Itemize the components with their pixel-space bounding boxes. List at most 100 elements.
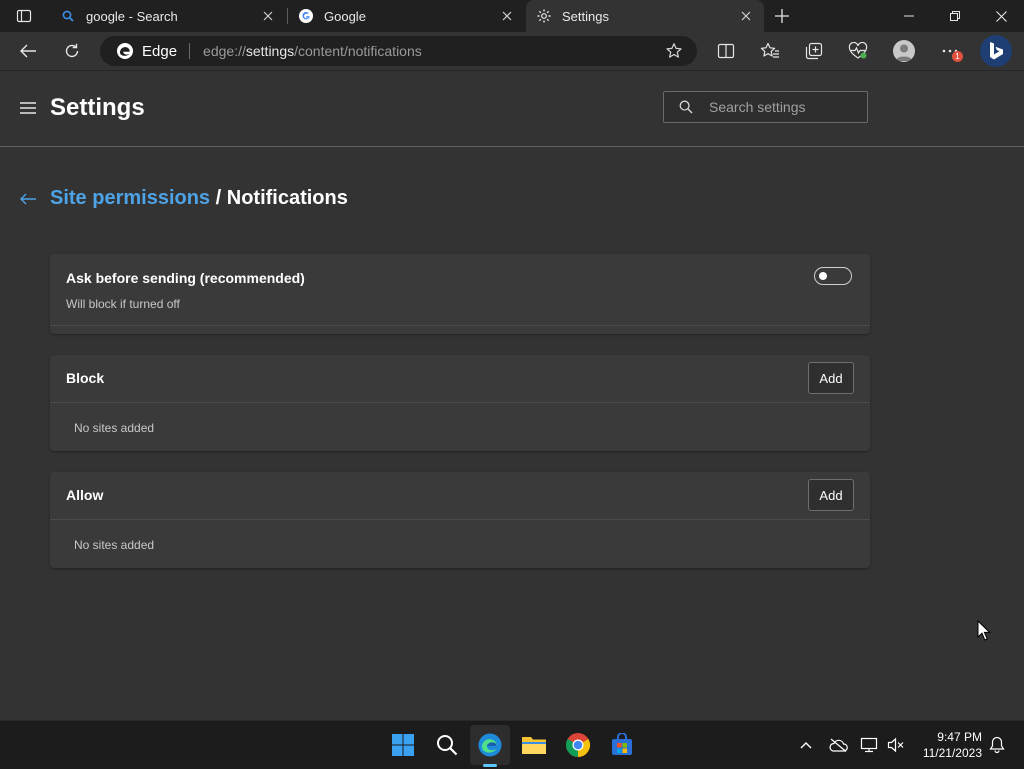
tab-actions-icon xyxy=(16,9,32,23)
taskbar-edge-button[interactable] xyxy=(470,725,510,765)
collections-icon xyxy=(805,42,823,60)
breadcrumb-separator: / xyxy=(215,187,222,209)
close-window-button[interactable] xyxy=(978,0,1024,32)
divider xyxy=(50,519,870,520)
url-text[interactable]: edge://settings/content/notifications xyxy=(203,43,422,59)
toggle-knob xyxy=(819,272,827,280)
taskbar-file-explorer-button[interactable] xyxy=(514,725,554,765)
restore-button[interactable] xyxy=(932,0,978,32)
allow-title: Allow xyxy=(66,487,104,503)
allow-empty-text: No sites added xyxy=(74,538,155,552)
start-button[interactable] xyxy=(383,725,423,765)
block-add-button[interactable]: Add xyxy=(808,362,854,394)
favorites-button[interactable] xyxy=(755,36,785,66)
close-tab-icon[interactable] xyxy=(260,8,276,24)
block-section: Block Add No sites added xyxy=(50,355,870,451)
menu-button[interactable] xyxy=(18,98,38,118)
network-tray-button[interactable] xyxy=(858,733,882,757)
show-hidden-icons-button[interactable] xyxy=(794,733,818,757)
cloud-offline-icon xyxy=(829,738,848,752)
clock-date: 11/21/2023 xyxy=(922,746,982,760)
divider xyxy=(50,325,870,326)
bing-chat-button[interactable] xyxy=(980,35,1012,67)
mouse-cursor-icon xyxy=(977,620,991,641)
address-bar[interactable]: Edge edge://settings/content/notificatio… xyxy=(100,36,697,66)
split-screen-icon xyxy=(717,43,735,59)
divider xyxy=(50,402,870,403)
gear-icon xyxy=(536,8,552,24)
page-title: Settings xyxy=(50,94,145,121)
breadcrumb-link-site-permissions[interactable]: Site permissions xyxy=(50,187,210,209)
search-favicon-icon xyxy=(60,8,76,24)
settings-search[interactable] xyxy=(663,91,868,123)
star-icon xyxy=(666,43,682,58)
collections-button[interactable] xyxy=(799,36,829,66)
browser-toolbar: Edge edge://settings/content/notificatio… xyxy=(0,32,1024,71)
url-scheme: edge:// xyxy=(203,43,246,59)
breadcrumb: Site permissions / Notifications xyxy=(50,187,348,210)
tab-actions-button[interactable] xyxy=(8,6,40,26)
notification-badge: 1 xyxy=(952,51,963,62)
network-icon xyxy=(860,737,878,753)
arrow-left-icon xyxy=(20,44,36,58)
windows-start-icon xyxy=(392,734,414,756)
taskbar-clock[interactable]: 9:47 PM 11/21/2023 xyxy=(912,729,982,761)
taskbar: 9:47 PM 11/21/2023 xyxy=(0,720,1024,769)
onedrive-tray-button[interactable] xyxy=(826,733,850,757)
back-button[interactable] xyxy=(13,36,43,66)
edge-identity[interactable]: Edge xyxy=(116,42,177,60)
notifications-tray-button[interactable] xyxy=(985,733,1009,757)
search-icon xyxy=(437,735,458,756)
bell-icon xyxy=(989,736,1005,754)
close-tab-icon[interactable] xyxy=(738,8,754,24)
favorites-icon xyxy=(760,42,779,58)
settings-and-more-button[interactable]: 1 xyxy=(935,36,965,66)
breadcrumb-current: Notifications xyxy=(226,187,348,209)
hamburger-icon xyxy=(20,102,36,114)
arrow-left-icon xyxy=(20,193,36,205)
ask-before-sending-title: Ask before sending (recommended) xyxy=(66,270,305,286)
url-host: settings xyxy=(245,43,295,59)
bing-icon xyxy=(990,42,1003,60)
back-to-site-permissions-button[interactable] xyxy=(16,189,40,209)
allow-section: Allow Add No sites added xyxy=(50,472,870,568)
search-input[interactable] xyxy=(709,99,859,115)
tab-strip: google - Search Google Settings xyxy=(0,0,1024,32)
close-tab-icon[interactable] xyxy=(499,8,515,24)
allow-add-button[interactable]: Add xyxy=(808,479,854,511)
favorite-star-button[interactable] xyxy=(665,42,683,60)
split-screen-button[interactable] xyxy=(711,36,741,66)
tab-title: Settings xyxy=(562,8,609,24)
block-title: Block xyxy=(66,370,105,386)
minimize-button[interactable] xyxy=(886,0,932,32)
tab-google[interactable]: Google xyxy=(288,0,525,32)
block-empty-text: No sites added xyxy=(74,421,155,435)
chrome-icon xyxy=(565,733,591,757)
tab-title: Google xyxy=(324,8,366,24)
tab-google-search[interactable]: google - Search xyxy=(50,0,286,32)
refresh-button[interactable] xyxy=(57,36,87,66)
chevron-up-icon xyxy=(800,742,812,749)
speaker-muted-icon xyxy=(887,737,904,753)
clock-time: 9:47 PM xyxy=(937,730,982,744)
ask-before-sending-subtitle: Will block if turned off xyxy=(66,297,180,311)
tab-settings[interactable]: Settings xyxy=(526,0,764,32)
taskbar-search-button[interactable] xyxy=(427,725,467,765)
volume-tray-button[interactable] xyxy=(884,733,908,757)
ask-before-sending-toggle[interactable] xyxy=(814,267,852,285)
store-icon xyxy=(612,733,632,755)
heart-pulse-icon xyxy=(848,42,868,59)
refresh-icon xyxy=(65,43,79,58)
browser-label: Edge xyxy=(142,42,178,60)
settings-header: Settings xyxy=(0,71,1024,147)
edge-icon xyxy=(478,733,502,757)
browser-essentials-button[interactable] xyxy=(843,36,873,66)
taskbar-store-button[interactable] xyxy=(602,725,642,765)
avatar xyxy=(893,40,915,62)
profile-button[interactable] xyxy=(889,36,919,66)
new-tab-button[interactable] xyxy=(772,6,792,26)
taskbar-chrome-button[interactable] xyxy=(558,725,598,765)
person-icon xyxy=(896,44,912,61)
minimize-icon xyxy=(904,15,914,17)
address-divider xyxy=(189,43,191,59)
